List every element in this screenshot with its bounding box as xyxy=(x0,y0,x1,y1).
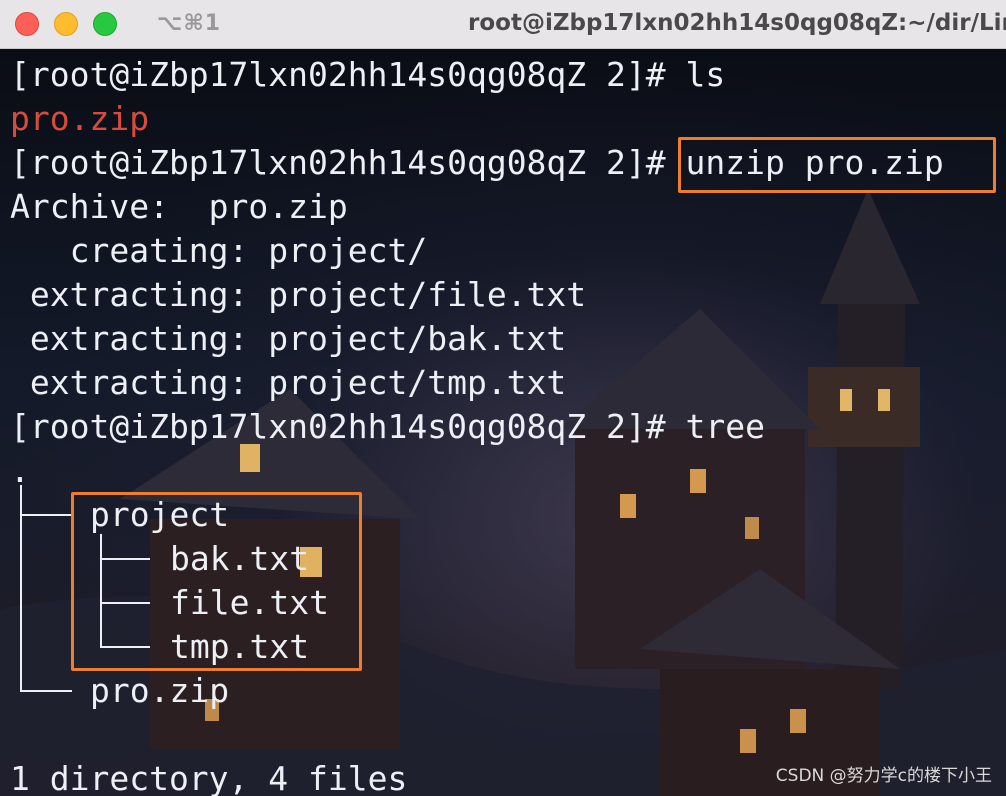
shell-command: ls xyxy=(685,55,726,94)
terminal-line: pro.zip xyxy=(10,97,149,141)
terminal-line: extracting: project/file.txt xyxy=(10,275,587,314)
terminal-line: [root@iZbp17lxn02hh14s0qg08qZ 2]# tree xyxy=(10,405,765,449)
shell-prompt: [root@iZbp17lxn02hh14s0qg08qZ 2]# xyxy=(10,143,666,182)
terminal-line: [root@iZbp17lxn02hh14s0qg08qZ 2]# ls xyxy=(10,53,725,97)
terminal-line: extracting: project/tmp.txt xyxy=(10,363,567,402)
zip-file-name: pro.zip xyxy=(10,99,150,138)
terminal-line: Archive: pro.zip xyxy=(10,187,348,226)
tree-branch-line xyxy=(20,690,72,692)
unzip-command-highlight-box xyxy=(678,137,996,193)
tab-shortcut-label: ⌥⌘1 xyxy=(157,11,222,36)
shell-prompt: [root@iZbp17lxn02hh14s0qg08qZ 2]# xyxy=(10,407,686,446)
terminal-pane[interactable]: [root@iZbp17lxn02hh14s0qg08qZ 2]# ls pro… xyxy=(0,49,1006,796)
shell-command: tree xyxy=(685,407,765,446)
zoom-window-button[interactable] xyxy=(93,12,117,36)
tree-branch-line xyxy=(20,514,72,516)
shell-prompt: [root@iZbp17lxn02hh14s0qg08qZ 2]# xyxy=(10,55,686,94)
terminal-line: extracting: project/bak.txt xyxy=(10,319,567,358)
csdn-watermark: CSDN @努力学c的楼下小王 xyxy=(775,766,992,786)
window-titlebar[interactable]: ⌥⌘1 root@iZbp17lxn02hh14s0qg08qZ:~/dir/L… xyxy=(0,0,1006,49)
minimize-window-button[interactable] xyxy=(54,12,78,36)
tree-file-zip: pro.zip xyxy=(90,671,230,710)
tree-summary: 1 directory, 4 files xyxy=(10,759,408,796)
close-window-button[interactable] xyxy=(15,12,39,36)
project-tree-highlight-box xyxy=(71,492,362,671)
terminal-line: creating: project/ xyxy=(10,231,428,270)
window-title: root@iZbp17lxn02hh14s0qg08qZ:~/dir/Lin xyxy=(468,10,1006,36)
